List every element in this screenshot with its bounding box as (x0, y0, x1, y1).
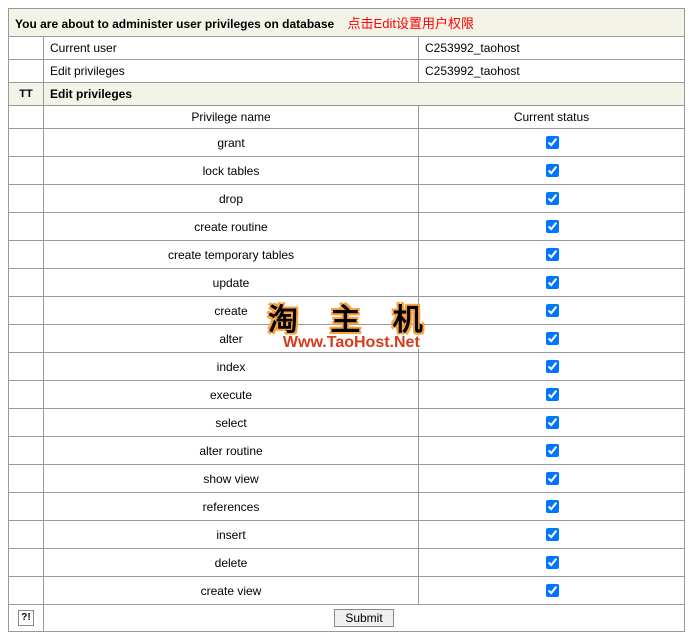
privilege-checkbox[interactable] (546, 220, 559, 233)
privilege-row: index (9, 353, 685, 381)
privilege-row: delete (9, 549, 685, 577)
privilege-row: select (9, 409, 685, 437)
privilege-row: grant (9, 129, 685, 157)
privilege-checkbox[interactable] (546, 360, 559, 373)
edit-priv-label: Edit privileges (44, 60, 419, 83)
privilege-checkbox[interactable] (546, 416, 559, 429)
current-user-value: C253992_taohost (419, 37, 685, 60)
submit-button[interactable]: Submit (334, 609, 393, 627)
header-row: You are about to administer user privile… (9, 9, 685, 37)
privilege-name: delete (44, 549, 419, 577)
privilege-checkbox[interactable] (546, 500, 559, 513)
privilege-row: drop (9, 185, 685, 213)
privilege-row: alter (9, 325, 685, 353)
privilege-name: show view (44, 465, 419, 493)
privilege-checkbox[interactable] (546, 528, 559, 541)
edit-priv-value: C253992_taohost (419, 60, 685, 83)
privilege-name: execute (44, 381, 419, 409)
privilege-name: create (44, 297, 419, 325)
privilege-name: drop (44, 185, 419, 213)
privilege-row: create view (9, 577, 685, 605)
privilege-name: index (44, 353, 419, 381)
privilege-row: show view (9, 465, 685, 493)
edit-privileges-row: Edit privileges C253992_taohost (9, 60, 685, 83)
privilege-row: create routine (9, 213, 685, 241)
privilege-checkbox[interactable] (546, 472, 559, 485)
privilege-name: alter (44, 325, 419, 353)
current-user-label: Current user (44, 37, 419, 60)
privilege-name: references (44, 493, 419, 521)
privilege-row: create temporary tables (9, 241, 685, 269)
privilege-name: create routine (44, 213, 419, 241)
privilege-row: execute (9, 381, 685, 409)
privilege-checkbox[interactable] (546, 584, 559, 597)
privilege-name: grant (44, 129, 419, 157)
col-status-header: Current status (419, 106, 685, 129)
privilege-checkbox[interactable] (546, 332, 559, 345)
privilege-name: lock tables (44, 157, 419, 185)
current-user-row: Current user C253992_taohost (9, 37, 685, 60)
section-title: Edit privileges (44, 83, 685, 106)
privilege-name: insert (44, 521, 419, 549)
privilege-name: create temporary tables (44, 241, 419, 269)
help-icon[interactable]: ?! (18, 610, 34, 626)
privilege-row: lock tables (9, 157, 685, 185)
privilege-row: insert (9, 521, 685, 549)
footer-row: ?! Submit (9, 605, 685, 632)
privilege-checkbox[interactable] (546, 248, 559, 261)
privilege-checkbox[interactable] (546, 556, 559, 569)
privilege-row: references (9, 493, 685, 521)
section-header-row: TT Edit privileges (9, 83, 685, 106)
annotation-text: 点击Edit设置用户权限 (348, 16, 474, 31)
privilege-name: select (44, 409, 419, 437)
privilege-checkbox[interactable] (546, 192, 559, 205)
privilege-checkbox[interactable] (546, 388, 559, 401)
privilege-name: alter routine (44, 437, 419, 465)
privilege-row: create (9, 297, 685, 325)
page-title: You are about to administer user privile… (15, 17, 334, 31)
col-name-header: Privilege name (44, 106, 419, 129)
privileges-table: You are about to administer user privile… (8, 8, 685, 632)
privilege-checkbox[interactable] (546, 276, 559, 289)
column-headers: Privilege name Current status (9, 106, 685, 129)
privilege-checkbox[interactable] (546, 164, 559, 177)
privilege-row: update (9, 269, 685, 297)
privilege-row: alter routine (9, 437, 685, 465)
privilege-checkbox[interactable] (546, 136, 559, 149)
privilege-checkbox[interactable] (546, 304, 559, 317)
privilege-checkbox[interactable] (546, 444, 559, 457)
tt-label: TT (9, 83, 44, 106)
privilege-name: create view (44, 577, 419, 605)
privilege-name: update (44, 269, 419, 297)
